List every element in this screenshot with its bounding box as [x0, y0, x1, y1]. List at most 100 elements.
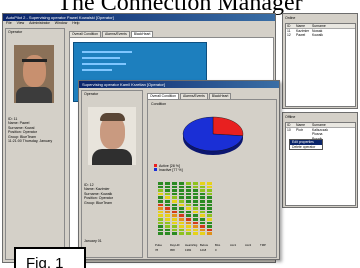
- sensor-meter: [158, 182, 163, 235]
- operator-panel-label: Operator: [8, 30, 23, 34]
- pie-slice-0: [212, 116, 244, 136]
- col-surname[interactable]: Surname: [312, 24, 355, 28]
- meter-segment: [158, 228, 163, 232]
- meter-segment: [165, 182, 170, 185]
- sensor-values: 78 958 1382 1218 0: [155, 248, 274, 252]
- meter-segment: [193, 225, 198, 228]
- meter-segment: [165, 196, 170, 199]
- online-list[interactable]: ID Name Surname 11 Kazimier Nowak 12 Paw…: [285, 23, 356, 107]
- supervising-tab-content: Condition Active [28 %] Inactive [77 %] …: [147, 99, 277, 258]
- meter-segment: [193, 185, 198, 189]
- meter-segment: [200, 185, 205, 189]
- meter-segment: [179, 228, 184, 232]
- operator-panel-2: Operator ID: 12 Name: Kazimier Surname: Ko…: [81, 90, 143, 258]
- meter-segment: [207, 210, 212, 214]
- context-menu: Edit properties Delete operator: [289, 139, 323, 151]
- meter-segment: [165, 217, 170, 221]
- meter-segment: [158, 225, 163, 228]
- meter-segment: [172, 217, 177, 221]
- sensor-value: 1218: [200, 248, 207, 252]
- menu-bar: File View Administrator Window Help: [3, 21, 275, 26]
- meter-segment: [158, 214, 163, 217]
- meter-segment: [200, 217, 205, 221]
- menu-item[interactable]: Window: [55, 21, 67, 26]
- meter-segment: [186, 189, 191, 192]
- sensor-label: BAL: [215, 243, 221, 247]
- meter-segment: [207, 203, 212, 207]
- col-id[interactable]: ID: [286, 24, 296, 28]
- meter-segment: [172, 232, 177, 235]
- meter-segment: [186, 182, 191, 185]
- meter-segment: [165, 214, 170, 217]
- meter-segment: [172, 182, 177, 185]
- meter-segment: [158, 199, 163, 203]
- meter-segment: [179, 182, 184, 185]
- meter-segment: [207, 192, 212, 196]
- meter-segment: [200, 210, 205, 214]
- sensor-label: TMP: [260, 243, 266, 247]
- meter-segment: [165, 210, 170, 214]
- sensor-value: 0: [215, 248, 217, 252]
- menu-item[interactable]: View: [17, 21, 25, 26]
- meter-segment: [172, 192, 177, 196]
- meter-segment: [179, 199, 184, 203]
- list-item[interactable]: 12 Pawel Kowalk: [286, 33, 355, 37]
- meter-segment: [158, 217, 163, 221]
- meter-segment: [200, 199, 205, 203]
- main-window-titlebar[interactable]: AutoPilot 2 - Supervising operator Pawel…: [3, 14, 275, 21]
- col-name[interactable]: Name: [296, 24, 312, 28]
- operator-info-2: ID: 12 Name: Kazimier Surname: Kowalk Posit…: [84, 183, 113, 243]
- meter-segment: [158, 189, 163, 192]
- menu-item[interactable]: Help: [72, 21, 79, 26]
- sensor-label: Pulse: [155, 243, 162, 247]
- meter-segment: [179, 225, 184, 228]
- info-line: 11:21:00 Thursday, January: [8, 139, 53, 144]
- sensor-value: [245, 248, 259, 252]
- meter-segment: [179, 192, 184, 196]
- meter-segment: [200, 207, 205, 210]
- meter-segment: [172, 185, 177, 189]
- meter-segment: [193, 228, 198, 232]
- meter-segment: [158, 192, 163, 196]
- meter-segment: [207, 228, 212, 232]
- meter-segment: [193, 192, 198, 196]
- meter-segment: [179, 189, 184, 192]
- meter-segment: [179, 196, 184, 199]
- meter-segment: [186, 203, 191, 207]
- menu-item[interactable]: File: [6, 21, 12, 26]
- sensor-value: [260, 248, 274, 252]
- meter-segment: [186, 217, 191, 221]
- meter-segment: [186, 225, 191, 228]
- meter-segment: [193, 182, 198, 185]
- meter-segment: [186, 185, 191, 189]
- meter-segment: [179, 203, 184, 207]
- figure-label: Fig. 1: [14, 247, 86, 268]
- meter-segment: [172, 214, 177, 217]
- condition-pie-chart: [182, 116, 244, 155]
- meter-segment: [179, 221, 184, 225]
- meter-segment: [165, 221, 170, 225]
- meter-segment: [200, 189, 205, 192]
- meter-segment: [172, 203, 177, 207]
- meter-segment: [186, 214, 191, 217]
- sensor-label: Day.Hill: [170, 243, 180, 247]
- meter-segment: [193, 199, 198, 203]
- meter-segment: [165, 207, 170, 210]
- offline-list[interactable]: ID Name Surname 10 Piotr Kaliszczak Plus…: [285, 122, 356, 206]
- meter-segment: [179, 217, 184, 221]
- delete-operator-menu-item[interactable]: Delete operator: [290, 145, 322, 150]
- pie-legend: Active [28 %] Inactive [77 %]: [154, 164, 183, 173]
- meter-segment: [186, 207, 191, 210]
- supervising-window-titlebar[interactable]: Supervising operator Kamil Krzetlan [Ope…: [79, 81, 279, 88]
- sensor-meter: [193, 182, 198, 235]
- meter-segment: [186, 210, 191, 214]
- meter-segment: [179, 207, 184, 210]
- sensor-labels: Pulse Day.Hill HeartsSig Before BAL Acc1 Acc2 T…: [155, 243, 274, 247]
- menu-item[interactable]: Administrator: [29, 21, 50, 26]
- meter-segment: [200, 232, 205, 235]
- meter-segment: [186, 199, 191, 203]
- meter-segment: [207, 225, 212, 228]
- meter-segment: [193, 196, 198, 199]
- meter-segment: [200, 221, 205, 225]
- info-line: Group: BlueTeam: [84, 200, 112, 205]
